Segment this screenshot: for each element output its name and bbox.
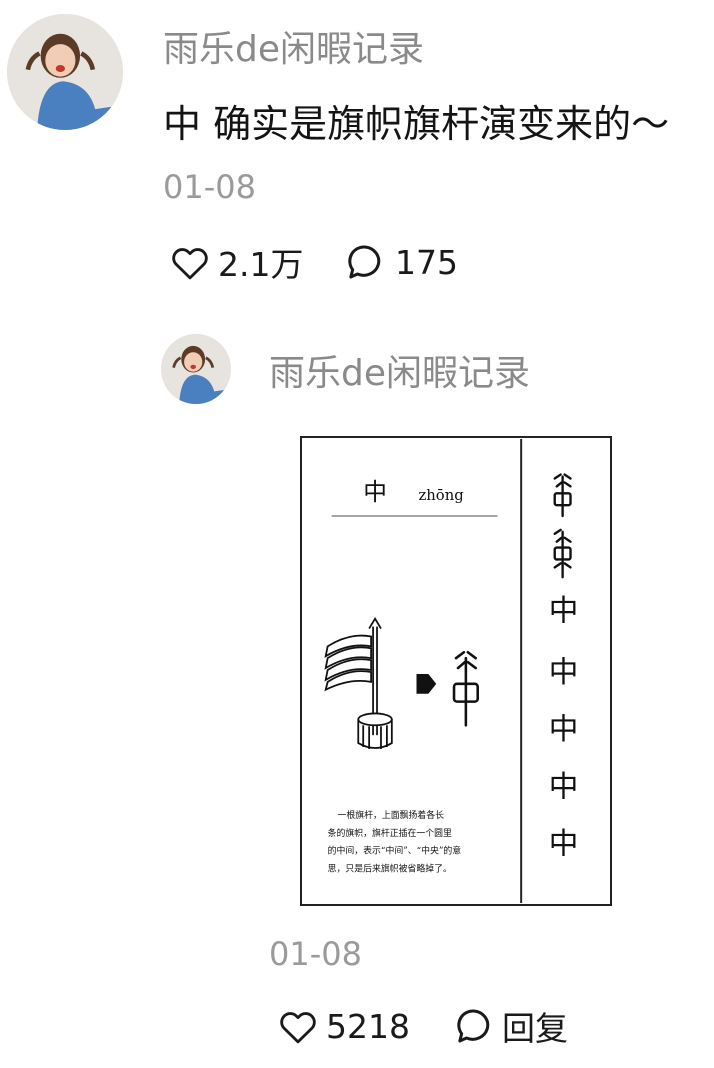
reply-button[interactable]: 回复 bbox=[454, 1004, 568, 1048]
reply-username[interactable]: 雨乐de闲暇记录 bbox=[269, 344, 530, 396]
speech-bubble-icon bbox=[348, 245, 381, 279]
image-heading-char: 中 bbox=[363, 478, 387, 506]
comment-button[interactable]: 175 bbox=[345, 240, 458, 284]
comment-text: 中 确实是旗帜旗杆演变来的～ bbox=[163, 102, 670, 146]
evolution-glyph: 中 bbox=[549, 712, 579, 746]
caption-line: 的中间，表示“中间”、“中央”的意 bbox=[328, 845, 462, 857]
evolution-glyph: 中 bbox=[549, 594, 579, 628]
caption-line: 一根旗杆，上面飘扬着各长 bbox=[338, 809, 445, 821]
like-count: 5218 bbox=[326, 1006, 410, 1046]
avatar[interactable] bbox=[161, 334, 231, 404]
arrow-right-icon bbox=[416, 673, 437, 694]
reply-count: 175 bbox=[395, 242, 458, 282]
image-pinyin: zhōng bbox=[418, 487, 464, 504]
flag-pole-illustration bbox=[324, 616, 393, 749]
like-count: 2.1万 bbox=[218, 245, 304, 284]
glyph-evolution-column: 中 中 中 中 中 bbox=[549, 473, 579, 861]
comment-date: 01-08 bbox=[163, 168, 256, 206]
evolution-glyph: 中 bbox=[549, 655, 579, 689]
image-caption: 一根旗杆，上面飘扬着各长 条的旗帜，旗杆正插在一个圆里 的中间，表示“中间”、“… bbox=[328, 809, 462, 874]
reply-date: 01-08 bbox=[269, 935, 362, 973]
heart-outline-icon bbox=[280, 1012, 316, 1044]
avatar[interactable] bbox=[7, 14, 123, 130]
comment-username[interactable]: 雨乐de闲暇记录 bbox=[163, 20, 424, 72]
oracle-glyph bbox=[452, 650, 480, 727]
evolution-glyph: 中 bbox=[549, 769, 579, 803]
like-button[interactable]: 2.1万 bbox=[170, 240, 303, 284]
evolution-glyph bbox=[553, 473, 572, 518]
reply-label: 回复 bbox=[502, 1009, 568, 1048]
evolution-glyph bbox=[553, 528, 572, 579]
caption-line: 条的旗帜，旗杆正插在一个圆里 bbox=[328, 827, 452, 839]
speech-bubble-icon bbox=[457, 1009, 490, 1043]
heart-outline-icon bbox=[172, 248, 208, 280]
evolution-glyph: 中 bbox=[549, 827, 579, 861]
reply-image[interactable]: 中 zhōng 一根旗杆，上面飘扬着各长 条的旗帜，旗杆正插在一个圆里 的中间，… bbox=[300, 436, 612, 906]
like-button[interactable]: 5218 bbox=[278, 1004, 410, 1048]
caption-line: 思，只是后来旗帜被省略掉了。 bbox=[328, 862, 452, 874]
